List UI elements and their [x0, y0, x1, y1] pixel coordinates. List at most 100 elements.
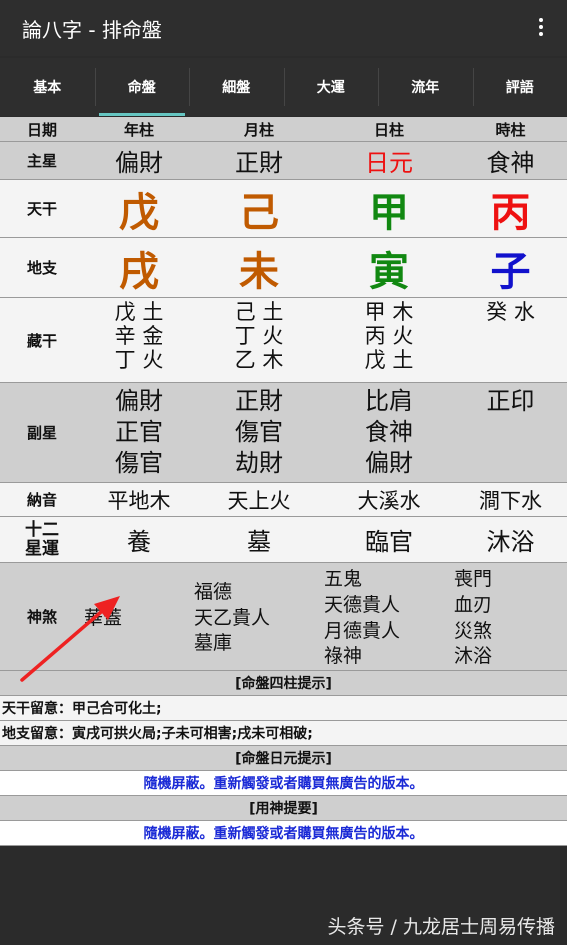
row-label: 天干 [26, 200, 57, 218]
tab-comments[interactable]: 評語 [472, 58, 567, 116]
table-header-row: 日期 年柱 月柱 日柱 時柱 [0, 117, 567, 142]
fuxing-month: 正財 傷官 劫財 [194, 383, 324, 482]
tab-dayun[interactable]: 大運 [283, 58, 379, 116]
list-item: 戊 土 [364, 348, 414, 373]
nayin-month: 天上火 [227, 488, 291, 513]
table-row-main-star: 主星 偏財 正財 日元 食神 [0, 142, 567, 180]
list-item: 五鬼 [324, 568, 363, 591]
header-hour: 時柱 [495, 120, 526, 139]
list-item: 喪門 [454, 568, 493, 591]
list-item: 天德貴人 [324, 593, 401, 616]
header-date: 日期 [26, 120, 57, 139]
list-item: 正官 [115, 418, 163, 447]
list-item: 福德 [194, 581, 233, 604]
table-row-canggan: 藏干 戊 土 辛 金 丁 火 己 土 丁 火 乙 木 甲 木 丙 火 戊 土 癸… [0, 298, 567, 383]
main-star-hour: 食神 [486, 149, 535, 177]
dizhi-month: 未 [239, 248, 279, 295]
nayin-year: 平地木 [107, 488, 171, 513]
stage-month: 墓 [247, 528, 271, 556]
tiangan-day: 甲 [369, 189, 409, 236]
list-item: 癸 水 [486, 300, 535, 324]
tab-bar: 基本 命盤 細盤 大運 流年 評語 [0, 58, 567, 116]
tiangan-hour: 丙 [490, 189, 531, 236]
tab-detail[interactable]: 細盤 [189, 58, 284, 116]
stage-day: 臨官 [365, 528, 413, 556]
yongshen-tips-title: [用神提要] [0, 796, 567, 821]
nayin-hour: 澗下水 [479, 488, 542, 513]
header-month: 月柱 [243, 120, 274, 139]
list-item: 正財 [235, 387, 283, 415]
bazi-sheet: 日期 年柱 月柱 日柱 時柱 主星 偏財 正財 日元 食神 天干 戊 己 甲 丙… [0, 117, 567, 846]
list-item: 丁 火 [114, 348, 164, 373]
list-item: 偏財 [365, 449, 413, 478]
dizhi-hour: 子 [490, 248, 531, 295]
riyuan-ad-notice[interactable]: 隨機屏蔽。重新觸發或者購買無廣告的版本。 [0, 771, 567, 796]
list-item: 月德貴人 [324, 619, 401, 642]
list-item: 食神 [365, 418, 413, 447]
canggan-year: 戊 土 辛 金 丁 火 [84, 298, 194, 382]
row-label: 副星 [26, 424, 57, 442]
shensha-month: 福德 天乙貴人 墓庫 [194, 563, 324, 670]
table-row-tiangan: 天干 戊 己 甲 丙 [0, 180, 567, 238]
shensha-hour: 喪門 血刃 災煞 沐浴 [454, 563, 567, 670]
list-item: 己 土 [234, 300, 284, 324]
list-item: 災煞 [454, 619, 493, 642]
header-year: 年柱 [123, 120, 154, 139]
shensha-year: 華蓋 [84, 563, 194, 670]
riyuan-tips-title: [命盤日元提示] [0, 746, 567, 771]
fuxing-day: 比肩 食神 偏財 [324, 383, 454, 482]
row-label: 地支 [26, 259, 57, 277]
dizhi-note: 地支留意：寅戌可拱火局;子未可相害;戌未可相破; [0, 721, 567, 746]
list-item: 天乙貴人 [194, 606, 271, 629]
list-item: 丙 火 [364, 324, 414, 349]
main-star-year: 偏財 [115, 149, 163, 177]
header-day: 日柱 [373, 120, 404, 139]
row-label: 神煞 [26, 608, 57, 626]
canggan-day: 甲 木 丙 火 戊 土 [324, 298, 454, 382]
nayin-day: 大溪水 [357, 488, 421, 513]
list-item: 劫財 [235, 449, 283, 478]
list-item: 傷官 [235, 418, 283, 447]
tiangan-month: 己 [239, 189, 279, 236]
list-item: 正印 [486, 387, 535, 415]
list-item: 華蓋 [84, 606, 123, 629]
row-label: 十二 星運 [25, 519, 59, 559]
list-item: 丁 火 [234, 324, 284, 349]
list-item: 戊 土 [114, 300, 164, 324]
list-item: 傷官 [115, 449, 163, 478]
list-item: 祿神 [324, 645, 363, 668]
yongshen-ad-notice[interactable]: 隨機屏蔽。重新觸發或者購買無廣告的版本。 [0, 821, 567, 846]
tab-liunian[interactable]: 流年 [378, 58, 473, 116]
tab-chart[interactable]: 命盤 [94, 58, 190, 116]
row-label: 納音 [26, 491, 57, 509]
dizhi-year: 戌 [119, 248, 159, 295]
app-bar: 論八字 - 排命盤 [0, 0, 567, 56]
canggan-month: 己 土 丁 火 乙 木 [194, 298, 324, 382]
table-row-twelve-stages: 十二 星運 養 墓 臨官 沐浴 [0, 517, 567, 563]
list-item: 甲 木 [364, 300, 414, 324]
tiangan-note: 天干留意：甲己合可化土; [0, 696, 567, 721]
table-row-fuxing: 副星 偏財 正官 傷官 正財 傷官 劫財 比肩 食神 偏財 正印 [0, 383, 567, 483]
list-item: 辛 金 [114, 324, 164, 349]
table-row-shensha: 神煞 華蓋 福德 天乙貴人 墓庫 五鬼 天德貴人 月德貴人 祿神 喪門 血刃 災… [0, 563, 567, 671]
dizhi-day: 寅 [369, 248, 409, 295]
shensha-day: 五鬼 天德貴人 月德貴人 祿神 [324, 563, 454, 670]
list-item: 墓庫 [194, 632, 233, 655]
page-title: 論八字 - 排命盤 [22, 18, 162, 42]
list-item: 比肩 [365, 387, 413, 415]
fuxing-hour: 正印 [454, 383, 567, 482]
watermark-text: 头条号 / 九龙居士周易传播 [327, 916, 555, 938]
row-label: 主星 [26, 152, 57, 170]
list-item: 沐浴 [454, 645, 493, 668]
fuxing-year: 偏財 正官 傷官 [84, 383, 194, 482]
sizhu-tips-title: [命盤四柱提示] [0, 671, 567, 696]
table-row-dizhi: 地支 戌 未 寅 子 [0, 238, 567, 298]
more-vert-icon[interactable] [531, 12, 551, 42]
list-item: 偏財 [115, 387, 163, 415]
main-star-month: 正財 [235, 149, 283, 177]
list-item: 血刃 [454, 593, 493, 616]
stage-hour: 沐浴 [486, 528, 535, 556]
tiangan-year: 戊 [119, 189, 159, 236]
tab-basic[interactable]: 基本 [0, 58, 95, 116]
list-item: 乙 木 [234, 348, 284, 373]
